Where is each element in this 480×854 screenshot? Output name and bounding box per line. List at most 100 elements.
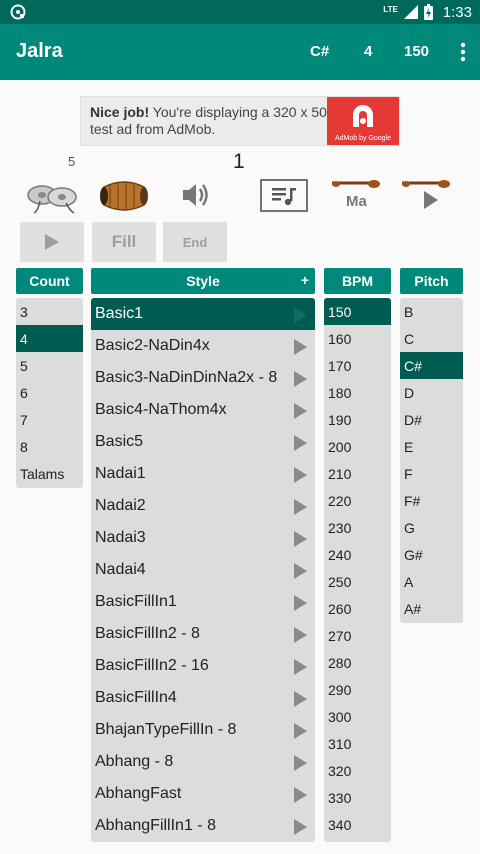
count-action[interactable]: 4: [364, 43, 372, 60]
ad-bold-text: Nice job!: [90, 104, 150, 120]
count-item[interactable]: 8: [16, 433, 83, 460]
tanpura-ma-icon[interactable]: Ma: [330, 175, 382, 215]
play-style-icon[interactable]: [294, 819, 307, 835]
count-item[interactable]: 3: [16, 298, 83, 325]
style-item[interactable]: BhajanTypeFillIn - 8: [91, 714, 315, 746]
count-item[interactable]: 7: [16, 406, 83, 433]
bpm-item[interactable]: 230: [324, 514, 391, 541]
count-item[interactable]: 6: [16, 379, 83, 406]
bpm-item[interactable]: 220: [324, 487, 391, 514]
count-header[interactable]: Count: [16, 268, 83, 294]
mridangam-icon[interactable]: [98, 175, 150, 215]
style-item[interactable]: Nadai2: [91, 490, 315, 522]
bpm-item[interactable]: 250: [324, 568, 391, 595]
overflow-menu-icon[interactable]: [460, 42, 466, 62]
style-item[interactable]: AbhangFast: [91, 778, 315, 810]
style-item[interactable]: Basic5: [91, 426, 315, 458]
play-button[interactable]: [20, 222, 84, 262]
bpm-item[interactable]: 260: [324, 595, 391, 622]
pitch-item[interactable]: A: [400, 568, 463, 595]
style-item[interactable]: Basic2-NaDin4x: [91, 330, 315, 362]
pitch-item[interactable]: B: [400, 298, 463, 325]
style-item[interactable]: AbhangFillIn1 - 8: [91, 810, 315, 842]
bpm-item[interactable]: 280: [324, 649, 391, 676]
bpm-item[interactable]: 270: [324, 622, 391, 649]
pitch-action[interactable]: C#: [310, 43, 329, 60]
bpm-item[interactable]: 190: [324, 406, 391, 433]
pitch-item[interactable]: D#: [400, 406, 463, 433]
count-list: 3 4 5 6 7 8 Talams: [16, 298, 83, 488]
bpm-item[interactable]: 170: [324, 352, 391, 379]
play-style-icon[interactable]: [294, 307, 307, 323]
bpm-item[interactable]: 200: [324, 433, 391, 460]
style-header[interactable]: Style +: [91, 268, 315, 294]
fill-button[interactable]: Fill: [92, 222, 156, 262]
count-item[interactable]: Talams: [16, 460, 83, 487]
play-style-icon[interactable]: [294, 371, 307, 387]
pitch-item[interactable]: F: [400, 460, 463, 487]
pitch-header[interactable]: Pitch: [400, 268, 463, 294]
cymbals-icon[interactable]: [26, 175, 78, 215]
style-item[interactable]: Nadai1: [91, 458, 315, 490]
bpm-action[interactable]: 150: [404, 43, 429, 60]
end-button[interactable]: End: [163, 222, 227, 262]
pitch-item[interactable]: G: [400, 514, 463, 541]
style-label: Basic3-NaDinDinNa2x - 8: [95, 369, 278, 386]
style-item[interactable]: BasicFillIn2 - 8: [91, 618, 315, 650]
style-item[interactable]: BasicFillIn1: [91, 586, 315, 618]
play-style-icon[interactable]: [294, 627, 307, 643]
style-item[interactable]: BasicFillIn4: [91, 682, 315, 714]
count-item-selected[interactable]: 4: [16, 325, 83, 352]
pitch-item[interactable]: A#: [400, 595, 463, 622]
volume-icon[interactable]: [180, 175, 210, 215]
admob-logo: AdMob by Google: [327, 97, 399, 145]
play-style-icon[interactable]: [294, 787, 307, 803]
play-style-icon[interactable]: [294, 531, 307, 547]
style-label: Basic2-NaDin4x: [95, 337, 210, 354]
play-style-icon[interactable]: [294, 467, 307, 483]
style-item[interactable]: Nadai3: [91, 522, 315, 554]
play-style-icon[interactable]: [294, 691, 307, 707]
play-style-icon[interactable]: [294, 755, 307, 771]
playlist-icon[interactable]: [260, 175, 308, 215]
play-style-icon[interactable]: [294, 499, 307, 515]
pitch-item-selected[interactable]: C#: [400, 352, 463, 379]
play-style-icon[interactable]: [294, 435, 307, 451]
bpm-item[interactable]: 310: [324, 730, 391, 757]
pitch-item[interactable]: F#: [400, 487, 463, 514]
bpm-item[interactable]: 240: [324, 541, 391, 568]
pitch-item[interactable]: G#: [400, 541, 463, 568]
style-item[interactable]: Abhang - 8: [91, 746, 315, 778]
pitch-list: B C C# D D# E F F# G G# A A#: [400, 298, 463, 623]
bpm-item[interactable]: 320: [324, 757, 391, 784]
style-item[interactable]: Basic3-NaDinDinNa2x - 8: [91, 362, 315, 394]
play-style-icon[interactable]: [294, 339, 307, 355]
instrument-bar: Ma: [0, 175, 480, 215]
style-item[interactable]: Nadai4: [91, 554, 315, 586]
bpm-item[interactable]: 340: [324, 811, 391, 838]
bpm-item[interactable]: 300: [324, 703, 391, 730]
play-style-icon[interactable]: [294, 403, 307, 419]
pitch-item[interactable]: E: [400, 433, 463, 460]
bpm-item[interactable]: 290: [324, 676, 391, 703]
pitch-item[interactable]: C: [400, 325, 463, 352]
bpm-header[interactable]: BPM: [324, 268, 391, 294]
tanpura-play-icon[interactable]: [400, 175, 452, 215]
style-item[interactable]: BasicFillIn2 - 16: [91, 650, 315, 682]
bpm-item[interactable]: 330: [324, 784, 391, 811]
style-item[interactable]: Basic4-NaThom4x: [91, 394, 315, 426]
count-item[interactable]: 5: [16, 352, 83, 379]
play-style-icon[interactable]: [294, 595, 307, 611]
ad-banner[interactable]: Nice job! You're displaying a 320 x 50 t…: [80, 96, 400, 146]
bpm-item-selected[interactable]: 150: [324, 298, 391, 325]
bpm-item[interactable]: 210: [324, 460, 391, 487]
bpm-item[interactable]: 160: [324, 325, 391, 352]
bpm-item[interactable]: 180: [324, 379, 391, 406]
play-style-icon[interactable]: [294, 563, 307, 579]
add-style-button[interactable]: +: [301, 272, 309, 288]
pitch-item[interactable]: D: [400, 379, 463, 406]
play-style-icon[interactable]: [294, 723, 307, 739]
style-item-selected[interactable]: Basic1: [91, 298, 315, 330]
network-label: LTE: [383, 4, 398, 14]
play-style-icon[interactable]: [294, 659, 307, 675]
